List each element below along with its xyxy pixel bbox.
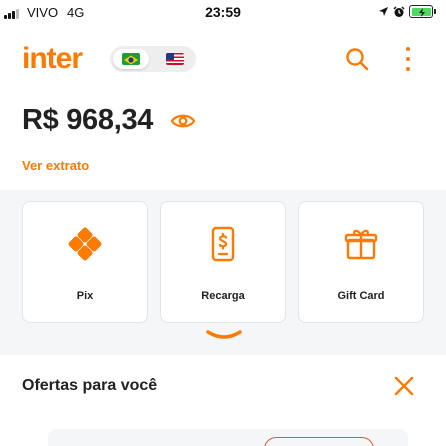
gift-icon [344,229,378,260]
battery-charging-icon [409,5,433,18]
shortcut-recharge[interactable]: Recarga [160,201,286,323]
shortcut-label: Recarga [201,290,245,302]
eye-icon[interactable] [170,110,196,132]
shortcut-gift-card[interactable]: Gift Card [298,201,424,323]
balance-row: R$ 968,34 [22,104,196,144]
language-toggle[interactable] [110,46,196,72]
usa-flag-icon[interactable] [166,53,184,65]
pix-icon [68,227,102,261]
offer-card-graphic [264,437,374,446]
close-icon[interactable] [393,375,415,397]
offer-card[interactable] [48,429,408,446]
brazil-flag-icon[interactable] [122,53,140,65]
inter-logo: inter [22,42,83,75]
chevron-down-icon[interactable] [205,328,243,342]
more-vertical-icon[interactable] [400,44,416,74]
shortcut-label: Pix [76,290,94,302]
view-statement-link[interactable]: Ver extrato [22,158,89,173]
offers-section: Ofertas para você [0,355,446,446]
status-bar: VIVO 4G 23:59 [0,0,446,24]
search-icon[interactable] [344,46,370,72]
phone-recharge-icon [211,226,235,262]
app-header: inter [0,38,446,80]
account-balance: R$ 968,34 [22,104,154,136]
shortcut-pix[interactable]: Pix [22,201,148,323]
location-arrow-icon [379,7,388,16]
offers-title: Ofertas para você [22,377,158,394]
alarm-icon [393,6,405,17]
shortcut-label: Gift Card [337,290,385,302]
